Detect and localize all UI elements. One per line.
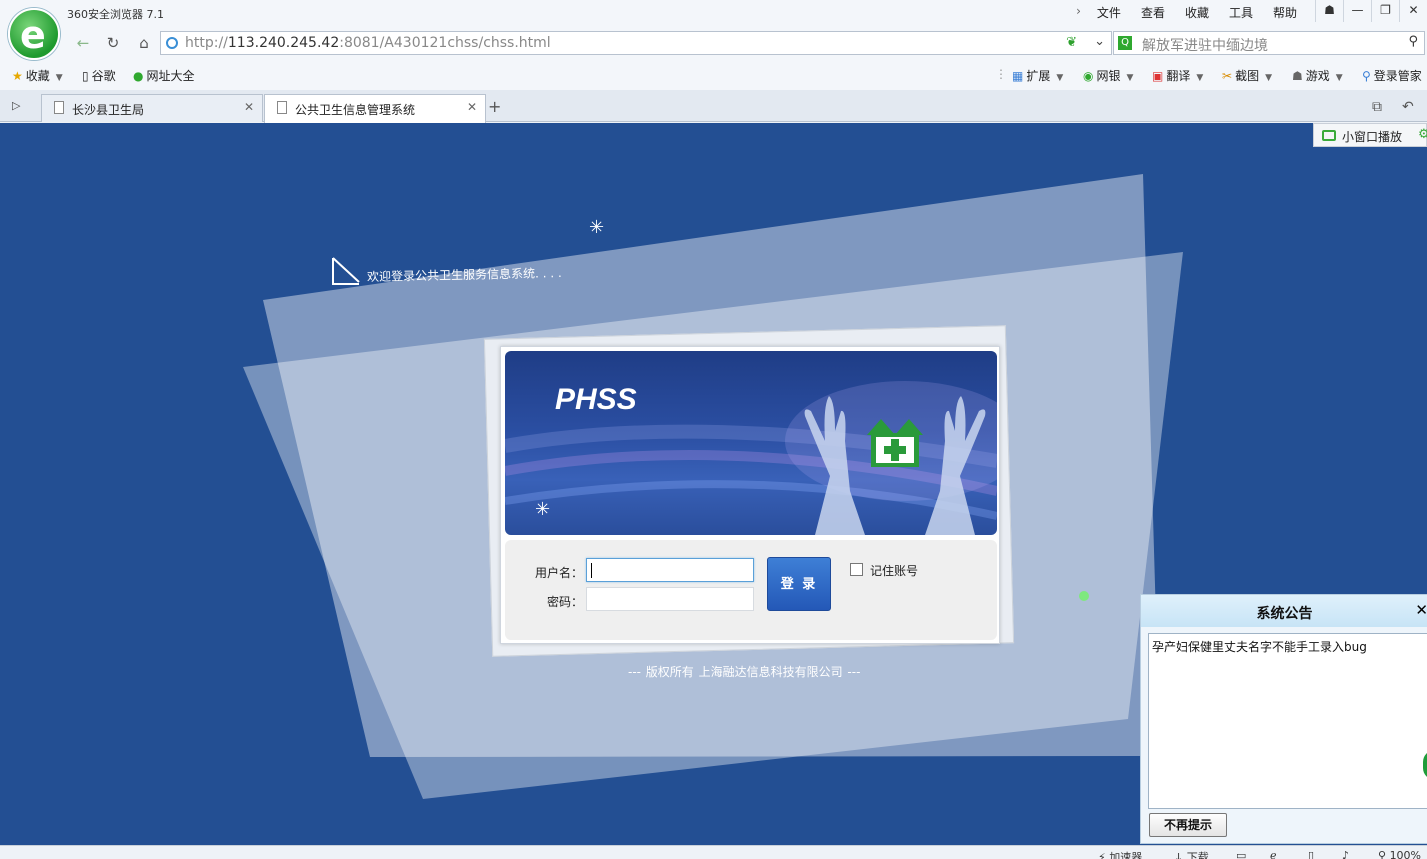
notice-header: 系统公告 ✕ [1141, 595, 1427, 627]
toolbar-translate[interactable]: ▣ 翻译 ▼ [1152, 67, 1203, 84]
globe-icon [166, 37, 178, 49]
login-button[interactable]: 登 录 [767, 557, 831, 611]
scissors-icon: ✂ [1222, 69, 1233, 83]
tab-health-bureau[interactable]: 长沙县卫生局 ✕ [41, 94, 263, 122]
toolbar-extensions[interactable]: ▦ 扩展 ▼ [1012, 67, 1063, 84]
green-dot-icon [1079, 591, 1089, 601]
login-card: PHSS ✳ 用户名： 密码： 登 录 记住账号 [500, 346, 1000, 644]
undo-close-icon[interactable]: ↶ [1402, 99, 1414, 115]
notice-text: 孕产妇保健里丈夫名字不能手工录入bug [1152, 640, 1367, 654]
bookmarks-bar: ★ 收藏 ▼ ▯ 谷歌 ● 网址大全 ⋮ ▦ 扩展 ▼ ◉ 网银 ▼ ▣ 翻译 ▼ ✂ 截图 ▼ ☗ 游戏… [0, 60, 1427, 90]
tab-label: 公共卫生信息管理系统 [295, 103, 416, 117]
username-field[interactable] [586, 558, 754, 582]
sidebar-toggle-icon[interactable]: ▷ [12, 99, 20, 112]
menu-tools[interactable]: 工具 [1219, 4, 1263, 21]
maximize-button[interactable]: ❐ [1371, 0, 1399, 22]
close-icon[interactable]: ✕ [467, 100, 477, 114]
close-window-button[interactable]: ✕ [1399, 0, 1427, 22]
sparkle-icon: ✳ [535, 499, 551, 520]
bookmark-directory[interactable]: ● 网址大全 [133, 67, 195, 84]
new-tab-icon[interactable]: + [488, 97, 501, 116]
menu-expand-icon[interactable]: › [1070, 4, 1087, 21]
accelerator-item[interactable]: ⚡ 加速器 [1098, 849, 1142, 859]
grid-icon: ▦ [1012, 69, 1024, 83]
notice-body: 孕产妇保健里丈夫名字不能手工录入bug [1148, 633, 1427, 809]
translate-icon: ▣ [1152, 69, 1164, 83]
dismiss-button[interactable]: 不再提示 [1149, 813, 1227, 837]
search-placeholder: 解放军进驻中缅边境 [1142, 38, 1268, 54]
menu-file[interactable]: 文件 [1087, 4, 1131, 21]
home-icon[interactable]: ⌂ [131, 31, 157, 55]
menu-help[interactable]: 帮助 [1263, 4, 1307, 21]
key-icon: ⚲ [1362, 69, 1371, 83]
phss-logo-text: PHSS [555, 383, 637, 416]
layout-icon[interactable]: ▭ [1236, 849, 1246, 859]
login-banner: PHSS ✳ [505, 351, 997, 535]
sparkle-icon: ✳ [589, 217, 605, 238]
page-icon [54, 101, 64, 114]
address-bar[interactable]: http://113.240.245.42:8081/A430121chss/c… [160, 31, 1112, 55]
navigation-bar: ← ↻ ⌂ http://113.240.245.42:8081/A430121… [0, 26, 1427, 60]
text-caret [591, 563, 592, 578]
shield-icon: ◉ [1083, 69, 1094, 83]
menu-bar: › 文件 查看 收藏 工具 帮助 [1070, 4, 1307, 21]
url-text: http://113.240.245.42:8081/A430121chss/c… [185, 35, 551, 51]
minimize-button[interactable]: — [1343, 0, 1371, 22]
toolbar-screenshot[interactable]: ✂ 截图 ▼ [1222, 67, 1272, 84]
close-icon[interactable]: ✕ [1415, 601, 1427, 619]
tab-label: 长沙县卫生局 [72, 103, 145, 117]
search-input[interactable]: Q 解放军进驻中缅边境 ⚲ [1113, 31, 1425, 55]
zoom-item[interactable]: ⚲ 100% [1378, 849, 1421, 859]
download-item[interactable]: ↓ 下载 [1174, 849, 1209, 859]
tab-public-health[interactable]: 公共卫生信息管理系统 ✕ [264, 94, 486, 123]
arrow-icon [331, 256, 363, 286]
login-form: 用户名： 密码： 登 录 记住账号 [505, 540, 997, 640]
separator-icon: ⋮ [995, 67, 1007, 81]
page-icon: ▯ [82, 69, 89, 83]
title-bar: 360安全浏览器 7.1 › 文件 查看 收藏 工具 帮助 ☗ — ❐ ✕ [0, 0, 1427, 26]
page-icon [277, 101, 287, 114]
remember-label: 记住账号 [870, 564, 919, 578]
hands-logo-icon [804, 396, 986, 535]
menu-view[interactable]: 查看 [1131, 4, 1175, 21]
caret-down-icon[interactable]: ▼ [56, 73, 63, 83]
copyright-text: --- 版权所有 上海融达信息科技有限公司 --- [628, 665, 861, 679]
browser-logo[interactable]: e [8, 8, 60, 60]
leaf-icon[interactable]: ❦ [1066, 35, 1077, 50]
back-icon[interactable]: ← [70, 31, 96, 55]
bookmark-google[interactable]: ▯ 谷歌 [82, 67, 116, 84]
notice-popup: 系统公告 ✕ 孕产妇保健里丈夫名字不能手工录入bug 不再提示 [1140, 594, 1427, 844]
notice-title: 系统公告 [1256, 606, 1313, 622]
mini-window-play[interactable]: 小窗口播放 ⚙ [1313, 123, 1427, 147]
menu-favorites[interactable]: 收藏 [1175, 4, 1219, 21]
password-label: 密码： [546, 595, 583, 609]
restore-tabs-icon[interactable]: ⧉ [1372, 99, 1382, 115]
search-icon[interactable]: ⚲ [1408, 34, 1418, 49]
skin-icon[interactable]: ☗ [1315, 0, 1343, 22]
globe-green-icon: ● [133, 69, 144, 83]
username-label: 用户名： [534, 566, 583, 580]
gear-icon[interactable]: ⚙ [1418, 127, 1427, 142]
window-icon[interactable]: ▯ [1308, 849, 1314, 859]
refresh-icon[interactable]: ↻ [100, 31, 126, 55]
close-icon[interactable]: ✕ [244, 100, 254, 114]
sound-icon[interactable]: ♪ [1342, 849, 1349, 859]
app-title: 360安全浏览器 7.1 [67, 8, 164, 21]
toolbar-password-manager[interactable]: ⚲ 登录管家 [1362, 67, 1422, 84]
bookmark-favorites[interactable]: ★ 收藏 ▼ [12, 67, 63, 84]
tab-bar: ▷ 长沙县卫生局 ✕ 公共卫生信息管理系统 ✕ + ⧉ ↶ [0, 90, 1427, 123]
star-icon: ★ [12, 69, 23, 83]
remember-checkbox[interactable] [850, 563, 863, 576]
status-bar: ⚡ 加速器 ↓ 下载 ▭ ℯ ▯ ♪ ⚲ 100% [0, 845, 1427, 859]
tv-icon [1322, 130, 1336, 141]
gamepad-icon: ☗ [1292, 69, 1303, 83]
chevron-down-icon[interactable]: ⌄ [1094, 34, 1105, 49]
ie-icon[interactable]: ℯ [1270, 849, 1277, 859]
toolbar-banking[interactable]: ◉ 网银 ▼ [1083, 67, 1133, 84]
search-engine-icon[interactable]: Q [1118, 36, 1132, 50]
password-field[interactable] [586, 587, 754, 611]
toolbar-games[interactable]: ☗ 游戏 ▼ [1292, 67, 1343, 84]
mini-window-label: 小窗口播放 [1342, 130, 1403, 144]
window-controls: ☗ — ❐ ✕ [1315, 0, 1427, 22]
